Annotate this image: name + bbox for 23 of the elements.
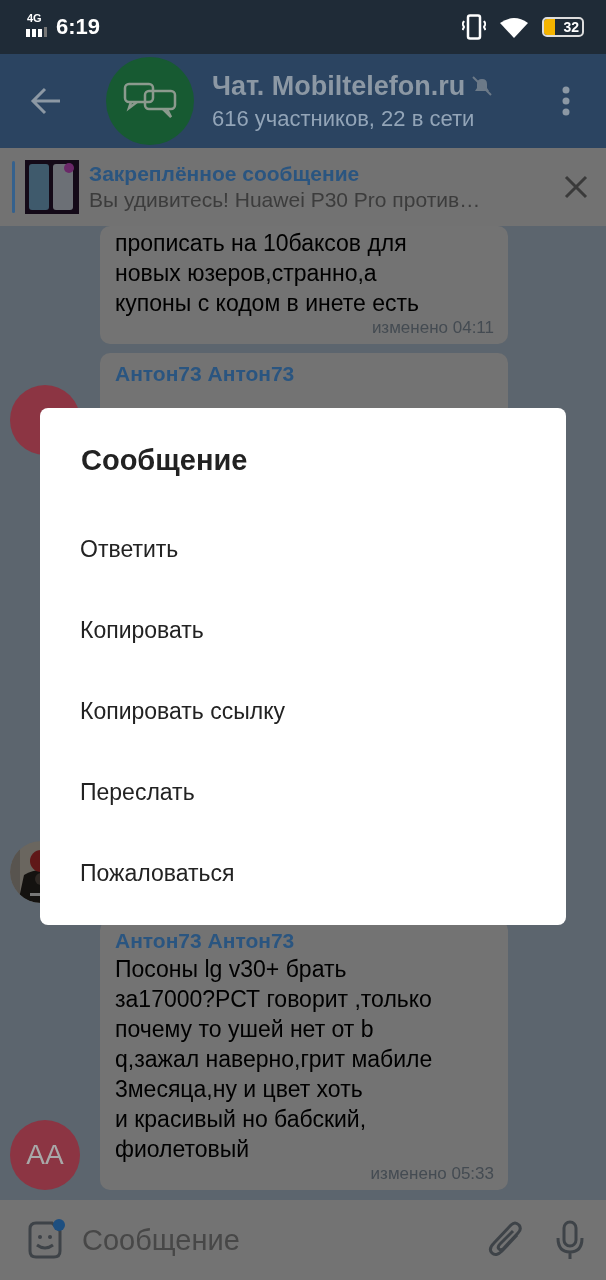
network-type: 4G [27,12,42,24]
menu-option[interactable]: Копировать [40,590,566,671]
menu-option[interactable]: Копировать ссылку [40,671,566,752]
chat-title: Чат. Mobiltelefon.ru [212,70,466,102]
microphone-icon[interactable] [556,1220,584,1260]
close-icon[interactable] [564,175,588,199]
chat-bubbles-icon [123,82,177,120]
wifi-icon [500,16,528,38]
back-icon[interactable] [30,87,62,115]
more-icon[interactable] [562,86,570,116]
menu-option[interactable]: Пожаловаться [40,833,566,914]
vibrate-icon [462,14,486,40]
menu-option[interactable]: Ответить [40,509,566,590]
menu-option[interactable]: Переслать [40,752,566,833]
message-text: прописать на 10баксов для новых юзеров,странно,а купоны с кодом в инете есть [115,229,421,318]
clock: 6:19 [56,14,101,40]
pinned-label: Закреплённое сообщение [89,162,361,186]
signal-icon [26,27,48,37]
message-text: Посоны lg v30+ брать за17000?РСТ говорит ,только почему то ушей нет от b q,зажал наверно,грит мабиле 3месяца,ну и цвет хоть и красивый но бабский, фиолетовый [115,955,434,1164]
member-count: 616 участников, 22 в сети [212,105,476,132]
battery-level: 32 [563,19,579,35]
avatar[interactable]: AA [10,1120,80,1190]
paperclip-icon[interactable] [488,1221,522,1259]
